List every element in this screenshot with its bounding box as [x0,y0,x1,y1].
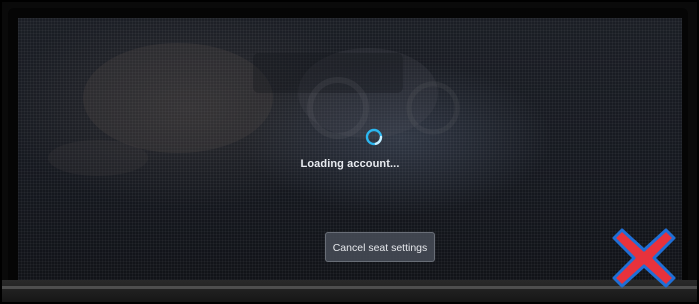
red-x-icon [612,228,676,288]
infotainment-screen: Loading account... Cancel seat settings [18,18,682,280]
loading-status-text: Loading account... [300,158,400,170]
dashboard-edge-highlight [0,286,699,289]
cancel-seat-settings-button[interactable]: Cancel seat settings [325,232,435,262]
hand-reflection [48,43,460,176]
dashboard-edge [0,280,699,304]
device-photo: Loading account... Cancel seat settings [0,0,699,304]
loading-spinner-icon [365,128,383,146]
